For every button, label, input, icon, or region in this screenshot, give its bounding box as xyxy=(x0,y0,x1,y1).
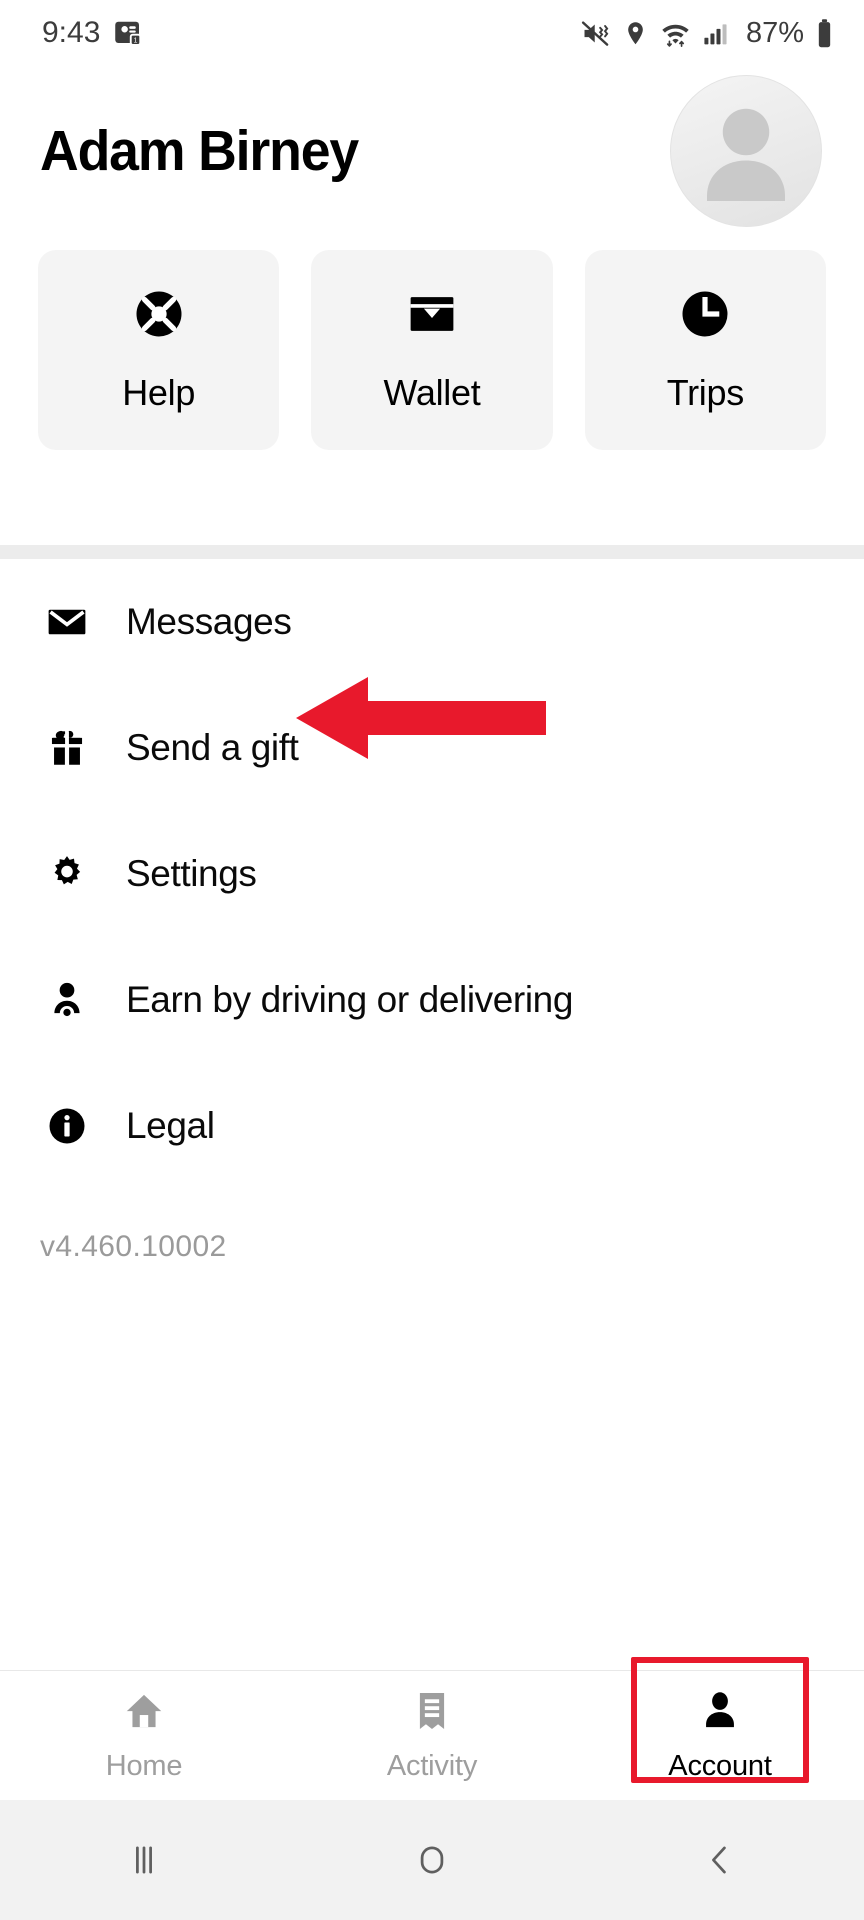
wallet-icon xyxy=(405,287,459,346)
envelope-icon xyxy=(46,601,126,643)
gear-icon xyxy=(46,853,126,895)
menu-item-legal[interactable]: Legal xyxy=(0,1063,864,1189)
phone-screen: 9:43 1 87% Adam Birney Help Wallet Trips… xyxy=(0,0,864,1920)
quick-action-help-label: Help xyxy=(122,371,196,413)
bottom-navigation: Home Activity Account xyxy=(0,1657,864,1800)
screen-capture-icon: 1 xyxy=(114,18,144,48)
quick-action-trips[interactable]: Trips xyxy=(584,250,826,450)
recents-icon[interactable] xyxy=(0,1800,288,1920)
gift-icon xyxy=(46,727,126,769)
home-icon[interactable] xyxy=(288,1800,576,1920)
tab-activity-label: Activity xyxy=(386,1749,478,1782)
status-bar: 9:43 1 87% xyxy=(0,0,864,66)
menu-item-earn-by-driving-or-delivering-label: Earn by driving or delivering xyxy=(126,979,574,1020)
battery-icon xyxy=(815,18,834,49)
home-icon xyxy=(122,1689,166,1738)
location-icon xyxy=(622,20,649,47)
page-title: Adam Birney xyxy=(40,119,359,183)
tab-home[interactable]: Home xyxy=(0,1671,288,1800)
info-circle-icon xyxy=(46,1105,126,1147)
system-navigation-bar xyxy=(0,1800,864,1920)
wifi-icon xyxy=(660,18,691,49)
cellular-signal-icon xyxy=(702,19,731,48)
status-bar-right: 87% xyxy=(580,17,834,50)
battery-percentage: 87% xyxy=(745,16,804,49)
default-avatar-icon xyxy=(707,108,785,201)
status-bar-clock: 9:43 xyxy=(42,16,101,49)
quick-action-trips-label: Trips xyxy=(666,371,744,413)
menu-item-messages[interactable]: Messages xyxy=(0,559,864,685)
menu-item-earn-by-driving-or-delivering[interactable]: Earn by driving or delivering xyxy=(0,937,864,1063)
menu-item-send-a-gift-label: Send a gift xyxy=(126,727,299,768)
quick-action-wallet-label: Wallet xyxy=(383,371,481,413)
quick-action-help[interactable]: Help xyxy=(38,250,280,450)
mute-icon xyxy=(580,18,611,49)
tab-home-label: Home xyxy=(105,1749,183,1782)
app-version: v4.460.10002 xyxy=(40,1230,227,1263)
menu-item-messages-label: Messages xyxy=(126,601,292,642)
menu-item-settings[interactable]: Settings xyxy=(0,811,864,937)
account-menu-list: Messages Send a gift Settings Earn by dr… xyxy=(0,559,864,1189)
account-header: Adam Birney xyxy=(0,66,864,236)
menu-item-settings-label: Settings xyxy=(126,853,257,894)
section-divider xyxy=(0,545,864,559)
annotation-highlight-account xyxy=(631,1657,809,1783)
menu-item-legal-label: Legal xyxy=(126,1105,215,1146)
menu-item-send-a-gift[interactable]: Send a gift xyxy=(0,685,864,811)
life-ring-icon xyxy=(132,287,186,346)
quick-actions-row: Help Wallet Trips xyxy=(0,250,864,450)
avatar[interactable] xyxy=(670,75,822,227)
person-icon xyxy=(46,979,126,1021)
receipt-icon xyxy=(410,1689,454,1738)
status-bar-left: 9:43 1 xyxy=(42,16,144,50)
quick-action-wallet[interactable]: Wallet xyxy=(311,250,553,450)
back-icon[interactable] xyxy=(576,1800,864,1920)
tab-activity[interactable]: Activity xyxy=(288,1671,576,1800)
clock-icon xyxy=(678,287,732,346)
tab-account[interactable]: Account xyxy=(576,1657,864,1800)
svg-text:1: 1 xyxy=(134,38,138,45)
